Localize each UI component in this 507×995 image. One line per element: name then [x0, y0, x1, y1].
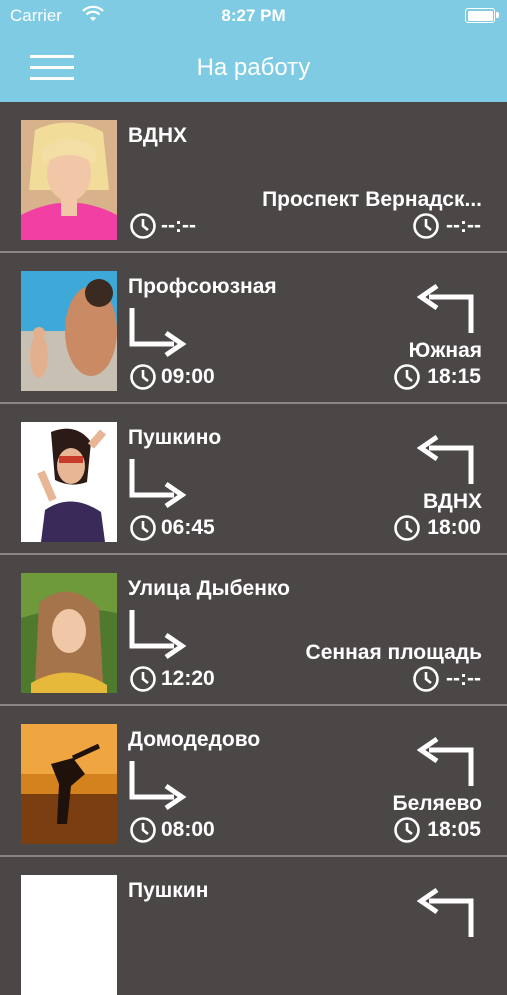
clock-icon [130, 515, 156, 541]
return-time: 18:05 [393, 816, 481, 848]
route-row[interactable]: Домодедово Беляево 08:00 18:05 [0, 706, 507, 857]
arrow-right-icon [129, 308, 187, 358]
clock-icon [394, 515, 421, 541]
return-time-value: 18:00 [427, 516, 481, 539]
return-time-value: --:-- [446, 214, 481, 237]
route-row[interactable]: Улица Дыбенко Сенная площадь 12:20 --:-- [0, 555, 507, 706]
avatar [21, 724, 117, 844]
route-row[interactable]: Пушкин [0, 857, 507, 995]
return-time-value: --:-- [446, 667, 481, 690]
depart-time-value: 09:00 [161, 365, 215, 388]
depart-time: 12:20 [129, 665, 215, 697]
battery-icon [465, 8, 499, 23]
arrow-return-icon [417, 887, 474, 937]
route-to: ВДНХ [422, 490, 482, 513]
arrow-right-icon [129, 459, 187, 509]
return-time-value: 18:15 [427, 365, 481, 388]
arrow-return-icon [417, 283, 474, 333]
arrow-right-icon [129, 761, 187, 811]
route-to: Проспект Вернадск... [262, 188, 482, 211]
clock-icon [130, 666, 156, 692]
depart-time: 08:00 [129, 816, 215, 848]
clock-icon [413, 213, 439, 239]
clock-icon [130, 817, 156, 843]
avatar [21, 573, 117, 693]
clock-icon [413, 666, 439, 692]
arrow-return-icon [417, 736, 474, 786]
route-from: Домодедово [128, 728, 261, 751]
route-to: Южная [408, 339, 482, 362]
depart-time: 06:45 [129, 514, 215, 546]
return-time: 18:00 [393, 514, 481, 546]
route-row[interactable]: ВДНХ Проспект Вернадск... --:-- --:-- [0, 102, 507, 253]
route-from: Профсоюзная [128, 275, 277, 298]
route-to: Сенная площадь [305, 641, 482, 664]
route-from: Пушкино [128, 426, 222, 449]
clock-icon [130, 213, 156, 239]
status-bar: Carrier 8:27 PM [0, 0, 507, 32]
depart-time-value: 08:00 [161, 818, 215, 841]
clock-icon [130, 364, 156, 390]
clock-icon [394, 817, 421, 843]
route-from: Улица Дыбенко [128, 577, 290, 600]
page-title: На работу [196, 54, 311, 81]
depart-time-value: --:-- [161, 214, 196, 237]
depart-time: --:-- [129, 212, 196, 244]
avatar [21, 875, 117, 995]
route-row[interactable]: Профсоюзная Южная 09:00 18:15 [0, 253, 507, 404]
depart-time: 09:00 [129, 363, 215, 395]
route-list: ВДНХ Проспект Вернадск... --:-- --:-- Пр… [0, 102, 507, 995]
status-time: 8:27 PM [221, 6, 286, 25]
return-time: --:-- [412, 665, 481, 697]
return-time: --:-- [412, 212, 481, 244]
avatar [21, 120, 117, 240]
route-to: Беляево [392, 792, 482, 815]
route-from: Пушкин [128, 879, 209, 902]
nav-bar: На работу [0, 32, 507, 102]
depart-time-value: 12:20 [161, 667, 215, 690]
route-from: ВДНХ [128, 124, 188, 147]
depart-time-value: 06:45 [161, 516, 215, 539]
return-time: 18:15 [393, 363, 481, 395]
return-time-value: 18:05 [427, 818, 481, 841]
clock-icon [394, 364, 421, 390]
avatar [21, 422, 117, 542]
avatar [21, 271, 117, 391]
route-row[interactable]: Пушкино ВДНХ 06:45 18:00 [0, 404, 507, 555]
arrow-right-icon [129, 610, 187, 660]
arrow-return-icon [417, 434, 474, 484]
